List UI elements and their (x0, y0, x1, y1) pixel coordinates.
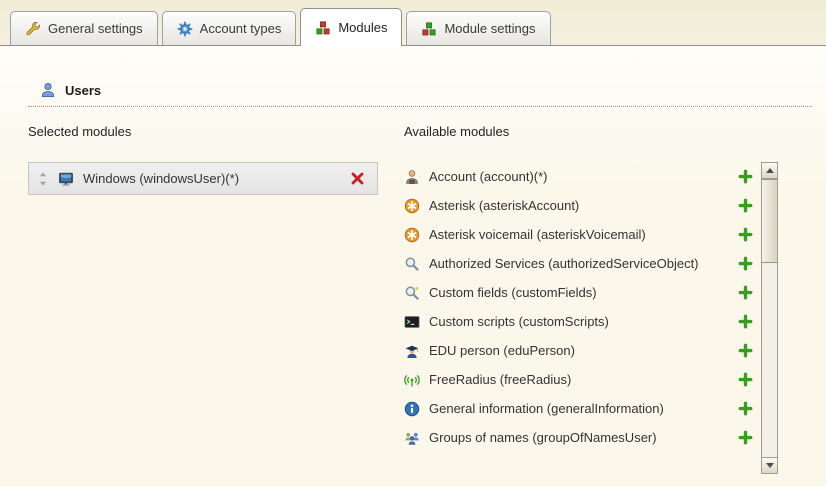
wrench-icon (25, 21, 41, 37)
plus-icon (738, 285, 753, 300)
tab-general-settings[interactable]: General settings (10, 11, 158, 45)
available-module-label: Groups of names (groupOfNamesUser) (429, 430, 729, 445)
tab-bar: General settings Account types Modules M… (0, 0, 826, 46)
plus-icon (738, 372, 753, 387)
tab-label: Account types (200, 21, 282, 36)
section-title: Users (65, 83, 101, 98)
available-module-label: Custom fields (customFields) (429, 285, 729, 300)
delete-x-icon (350, 171, 365, 186)
modules-icon (315, 20, 331, 36)
remove-module-button[interactable] (350, 171, 365, 186)
available-modules-wrap: Account (account)(*) Asterisk (asteriskA… (404, 162, 778, 474)
add-module-button[interactable] (738, 430, 753, 445)
drag-handle-icon[interactable] (37, 172, 49, 186)
terminal-icon (404, 314, 420, 330)
plus-icon (738, 343, 753, 358)
available-module-row: Custom fields (customFields) (404, 278, 761, 307)
available-module-label: Authorized Services (authorizedServiceOb… (429, 256, 729, 271)
tab-account-types[interactable]: Account types (162, 11, 297, 45)
magnifier-sparkle-icon (404, 285, 420, 301)
scrollbar-track[interactable] (762, 179, 777, 457)
add-module-button[interactable] (738, 227, 753, 242)
available-module-label: Account (account)(*) (429, 169, 729, 184)
antenna-icon (404, 372, 420, 388)
scrollbar[interactable] (761, 162, 778, 474)
add-module-button[interactable] (738, 256, 753, 271)
scroll-up-button[interactable] (762, 163, 777, 179)
selected-modules-column: Selected modules Windows (windowsUser)(*… (28, 124, 378, 474)
tab-label: Module settings (444, 21, 535, 36)
windows-module-icon (58, 171, 74, 187)
available-module-row: Asterisk voicemail (asteriskVoicemail) (404, 220, 761, 249)
available-module-label: General information (generalInformation) (429, 401, 729, 416)
scrollbar-thumb[interactable] (762, 179, 777, 263)
user-icon (40, 82, 56, 98)
triangle-up-icon (766, 168, 774, 173)
selected-module-row[interactable]: Windows (windowsUser)(*) (28, 162, 378, 195)
plus-icon (738, 169, 753, 184)
tab-label: Modules (338, 20, 387, 35)
selected-modules-heading: Selected modules (28, 124, 378, 140)
plus-icon (738, 430, 753, 445)
plus-icon (738, 401, 753, 416)
available-module-row: Account (account)(*) (404, 162, 761, 191)
info-icon (404, 401, 420, 417)
tab-label: General settings (48, 21, 143, 36)
plus-icon (738, 314, 753, 329)
edu-person-icon (404, 343, 420, 359)
scroll-down-button[interactable] (762, 457, 777, 473)
available-module-label: Custom scripts (customScripts) (429, 314, 729, 329)
available-modules-column: Available modules Account (account)(*) (404, 124, 778, 474)
group-icon (404, 430, 420, 446)
available-module-label: FreeRadius (freeRadius) (429, 372, 729, 387)
gear-icon (177, 21, 193, 37)
account-icon (404, 169, 420, 185)
available-module-row: EDU person (eduPerson) (404, 336, 761, 365)
triangle-down-icon (766, 463, 774, 468)
add-module-button[interactable] (738, 314, 753, 329)
modules-columns: Selected modules Windows (windowsUser)(*… (28, 124, 812, 474)
modules-panel: Users Selected modules Windows (windowsU… (0, 46, 826, 486)
magnifier-icon (404, 256, 420, 272)
available-module-row: General information (generalInformation) (404, 394, 761, 423)
available-module-row: Custom scripts (customScripts) (404, 307, 761, 336)
add-module-button[interactable] (738, 401, 753, 416)
plus-icon (738, 227, 753, 242)
add-module-button[interactable] (738, 343, 753, 358)
available-module-label: Asterisk (asteriskAccount) (429, 198, 729, 213)
available-module-row: Groups of names (groupOfNamesUser) (404, 423, 761, 452)
available-module-label: EDU person (eduPerson) (429, 343, 729, 358)
selected-module-label: Windows (windowsUser)(*) (83, 171, 341, 186)
available-module-row: FreeRadius (freeRadius) (404, 365, 761, 394)
available-modules-list: Account (account)(*) Asterisk (asteriskA… (404, 162, 761, 474)
available-modules-heading: Available modules (404, 124, 778, 140)
plus-icon (738, 256, 753, 271)
asterisk-icon (404, 198, 420, 214)
tab-modules[interactable]: Modules (300, 8, 402, 46)
available-module-row: Asterisk (asteriskAccount) (404, 191, 761, 220)
available-module-label: Asterisk voicemail (asteriskVoicemail) (429, 227, 729, 242)
plus-icon (738, 198, 753, 213)
add-module-button[interactable] (738, 198, 753, 213)
add-module-button[interactable] (738, 169, 753, 184)
tab-module-settings[interactable]: Module settings (406, 11, 550, 45)
add-module-button[interactable] (738, 372, 753, 387)
settings-window: General settings Account types Modules M… (0, 0, 826, 486)
add-module-button[interactable] (738, 285, 753, 300)
available-module-row: Authorized Services (authorizedServiceOb… (404, 249, 761, 278)
asterisk-voicemail-icon (404, 227, 420, 243)
module-settings-icon (421, 21, 437, 37)
section-header-users: Users (28, 46, 812, 107)
